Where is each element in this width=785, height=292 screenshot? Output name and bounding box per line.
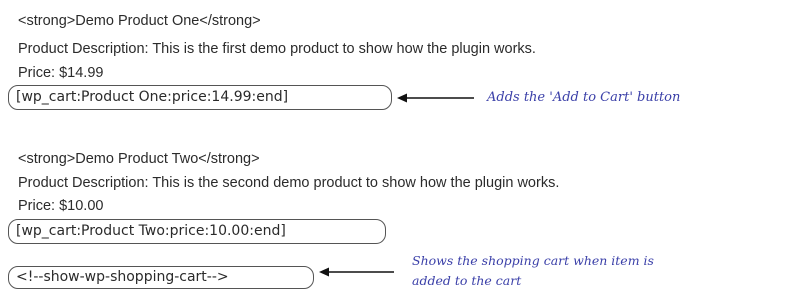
product-two-shortcode: [wp_cart:Product Two:price:10.00:end] [16,223,286,239]
arrow-left-icon [397,93,474,103]
add-to-cart-annotation: Adds the 'Add to Cart' button [487,90,681,105]
cart-shortcode: <!--show-wp-shopping-cart--> [16,269,229,285]
product-one-title-line: <strong>Demo Product One</strong> [18,13,261,29]
product-one-shortcode: [wp_cart:Product One:price:14.99:end] [16,89,289,105]
product-two-description: Product Description: This is the second … [18,175,560,191]
product-two-price: Price: $10.00 [18,198,104,214]
product-one-price: Price: $14.99 [18,65,104,81]
arrow-left-icon [319,267,394,277]
product-two-title-line: <strong>Demo Product Two</strong> [18,151,260,167]
show-cart-annotation-line2: added to the cart [412,273,522,288]
show-cart-annotation-line1: Shows the shopping cart when item is [412,253,654,268]
product-one-description: Product Description: This is the first d… [18,41,536,57]
